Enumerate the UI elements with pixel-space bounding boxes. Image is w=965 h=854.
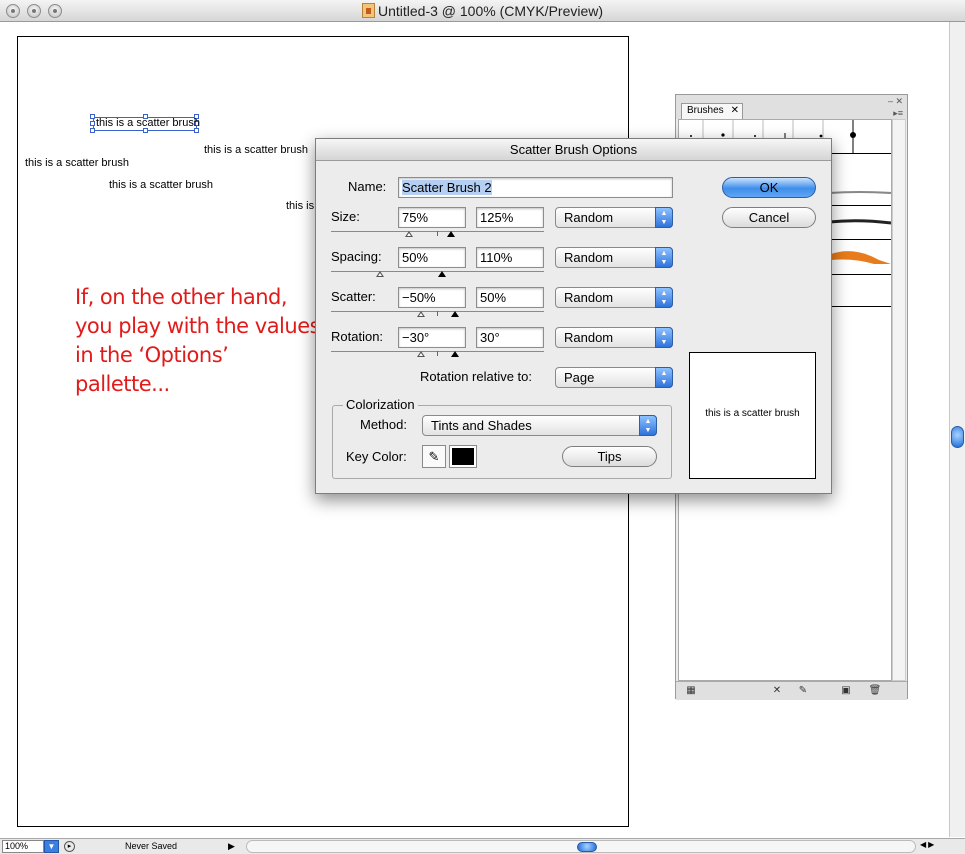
status-menu-icon[interactable]: ▸ — [64, 841, 75, 852]
size-max-slider-handle[interactable] — [447, 231, 455, 237]
scatter-brush-text[interactable]: this is a scatter brush — [25, 157, 129, 169]
ok-button[interactable]: OK — [722, 177, 816, 198]
rotation-relative-popup[interactable]: Page ▲ ▼ — [555, 367, 673, 388]
document-icon — [361, 3, 375, 18]
cancel-button[interactable]: Cancel — [722, 207, 816, 228]
size-min-field[interactable]: 75% — [398, 207, 466, 228]
zoom-field[interactable]: 100% — [2, 840, 44, 853]
status-menu-arrow-icon[interactable]: ▶ — [228, 841, 235, 852]
brushes-tab[interactable]: Brushes ✕ — [681, 103, 743, 119]
popup-arrows-icon: ▲ ▼ — [655, 287, 673, 308]
selection-handle[interactable] — [90, 121, 95, 126]
rotation-relative-label: Rotation relative to: — [420, 369, 533, 384]
method-value: Tints and Shades — [431, 418, 532, 433]
size-mode-popup[interactable]: Random ▲ ▼ — [555, 207, 673, 228]
scatter-max-slider-handle[interactable] — [451, 311, 459, 317]
delete-brush-icon[interactable]: 🗑 — [868, 685, 882, 697]
window-title: Untitled-3 @ 100% (CMYK/Preview) — [0, 3, 965, 19]
size-min-slider-handle[interactable] — [405, 231, 413, 237]
rotation-mode-value: Random — [564, 330, 614, 345]
scatter-brush-text[interactable]: this is a scatter brush — [96, 117, 200, 129]
method-label: Method: — [360, 417, 407, 432]
spacing-mode-value: Random — [564, 250, 614, 265]
name-value: Scatter Brush 2 — [402, 180, 492, 195]
popup-arrows-icon: ▲ ▼ — [655, 247, 673, 268]
tips-button[interactable]: Tips — [562, 446, 657, 467]
scatter-label: Scatter: — [331, 289, 376, 304]
name-label: Name: — [348, 179, 387, 194]
spacing-max-field[interactable]: 110% — [476, 247, 544, 268]
popup-arrows-icon: ▲ ▼ — [655, 367, 673, 388]
brushes-panel-header: Brushes ✕ – ✕ ▸≡ — [676, 95, 907, 119]
key-color-fill — [452, 448, 474, 465]
scatter-brush-options-dialog: Scatter Brush Options Name: Scatter Brus… — [315, 138, 832, 494]
rotation-label: Rotation: — [331, 329, 384, 344]
spacing-label: Spacing: — [331, 249, 382, 264]
spacing-min-field[interactable]: 50% — [398, 247, 466, 268]
rotation-min-slider-handle[interactable] — [417, 351, 425, 357]
rotation-mode-popup[interactable]: Random ▲ ▼ — [555, 327, 673, 348]
panel-menu-icon[interactable]: ▸≡ — [893, 108, 903, 119]
size-max-field[interactable]: 125% — [476, 207, 544, 228]
scatter-mode-value: Random — [564, 290, 614, 305]
rotation-relative-value: Page — [564, 370, 595, 385]
brushes-tab-label: Brushes — [687, 105, 724, 116]
brush-options-icon[interactable]: ✎ — [796, 685, 810, 697]
selection-handle[interactable] — [90, 128, 95, 133]
spacing-max-slider-handle[interactable] — [438, 271, 446, 277]
vertical-scrollbar[interactable] — [949, 22, 965, 837]
eyedropper-icon[interactable]: ✎ — [422, 445, 446, 468]
scatter-min-field[interactable]: −50% — [398, 287, 466, 308]
scatter-min-slider-handle[interactable] — [417, 311, 425, 317]
brush-preview: this is a scatter brush — [689, 352, 816, 479]
scroll-arrows-icon[interactable]: ◀▶ — [920, 840, 936, 849]
colorization-title: Colorization — [343, 397, 418, 412]
popup-arrows-icon: ▲ ▼ — [655, 327, 673, 348]
size-mode-value: Random — [564, 210, 614, 225]
slider-center-tick — [437, 351, 438, 356]
vertical-scroll-thumb[interactable] — [951, 426, 964, 448]
popup-arrows-icon: ▲ ▼ — [639, 415, 657, 436]
rotation-max-slider-handle[interactable] — [451, 351, 459, 357]
new-brush-icon[interactable]: ▣ — [839, 685, 853, 697]
slider-center-tick — [437, 231, 438, 236]
zoom-dropdown-icon[interactable]: ▼ — [44, 840, 59, 853]
window-title-text: Untitled-3 @ 100% (CMYK/Preview) — [377, 3, 604, 19]
name-field[interactable]: Scatter Brush 2 — [398, 177, 673, 198]
dialog-title: Scatter Brush Options — [316, 139, 831, 161]
slider-center-tick — [437, 311, 438, 316]
size-label: Size: — [331, 209, 360, 224]
status-bar: 100% ▼ ▸ Never Saved ▶ ◀▶ — [0, 838, 965, 854]
method-popup[interactable]: Tints and Shades ▲ ▼ — [422, 415, 657, 436]
remove-brush-stroke-icon[interactable]: ✕ — [770, 685, 784, 697]
horizontal-scrollbar[interactable] — [246, 840, 916, 853]
close-icon[interactable]: ✕ — [731, 104, 739, 118]
document-status: Never Saved — [125, 841, 178, 851]
brushes-panel-toolbar: ▦ ✕ ✎ ▣ 🗑 — [676, 681, 907, 700]
key-color-swatch[interactable] — [449, 445, 477, 468]
brushes-scrollbar[interactable] — [892, 119, 906, 681]
rotation-min-field[interactable]: −30° — [398, 327, 466, 348]
spacing-mode-popup[interactable]: Random ▲ ▼ — [555, 247, 673, 268]
rotation-max-field[interactable]: 30° — [476, 327, 544, 348]
scatter-brush-text[interactable]: this is a scatter brush — [204, 144, 308, 156]
window-titlebar: Untitled-3 @ 100% (CMYK/Preview) — [0, 0, 965, 22]
scatter-brush-text[interactable]: this is — [286, 200, 314, 212]
popup-arrows-icon: ▲ ▼ — [655, 207, 673, 228]
horizontal-scroll-thumb[interactable] — [577, 842, 597, 852]
scatter-mode-popup[interactable]: Random ▲ ▼ — [555, 287, 673, 308]
brush-libraries-icon[interactable]: ▦ — [684, 685, 698, 697]
panel-window-controls[interactable]: – ✕ — [888, 96, 903, 107]
annotation-text: If, on the other hand, you play with the… — [75, 285, 321, 396]
spacing-min-slider-handle[interactable] — [376, 271, 384, 277]
key-color-label: Key Color: — [346, 449, 407, 464]
selection-handle[interactable] — [90, 114, 95, 119]
scatter-brush-text[interactable]: this is a scatter brush — [109, 179, 213, 191]
scatter-max-field[interactable]: 50% — [476, 287, 544, 308]
